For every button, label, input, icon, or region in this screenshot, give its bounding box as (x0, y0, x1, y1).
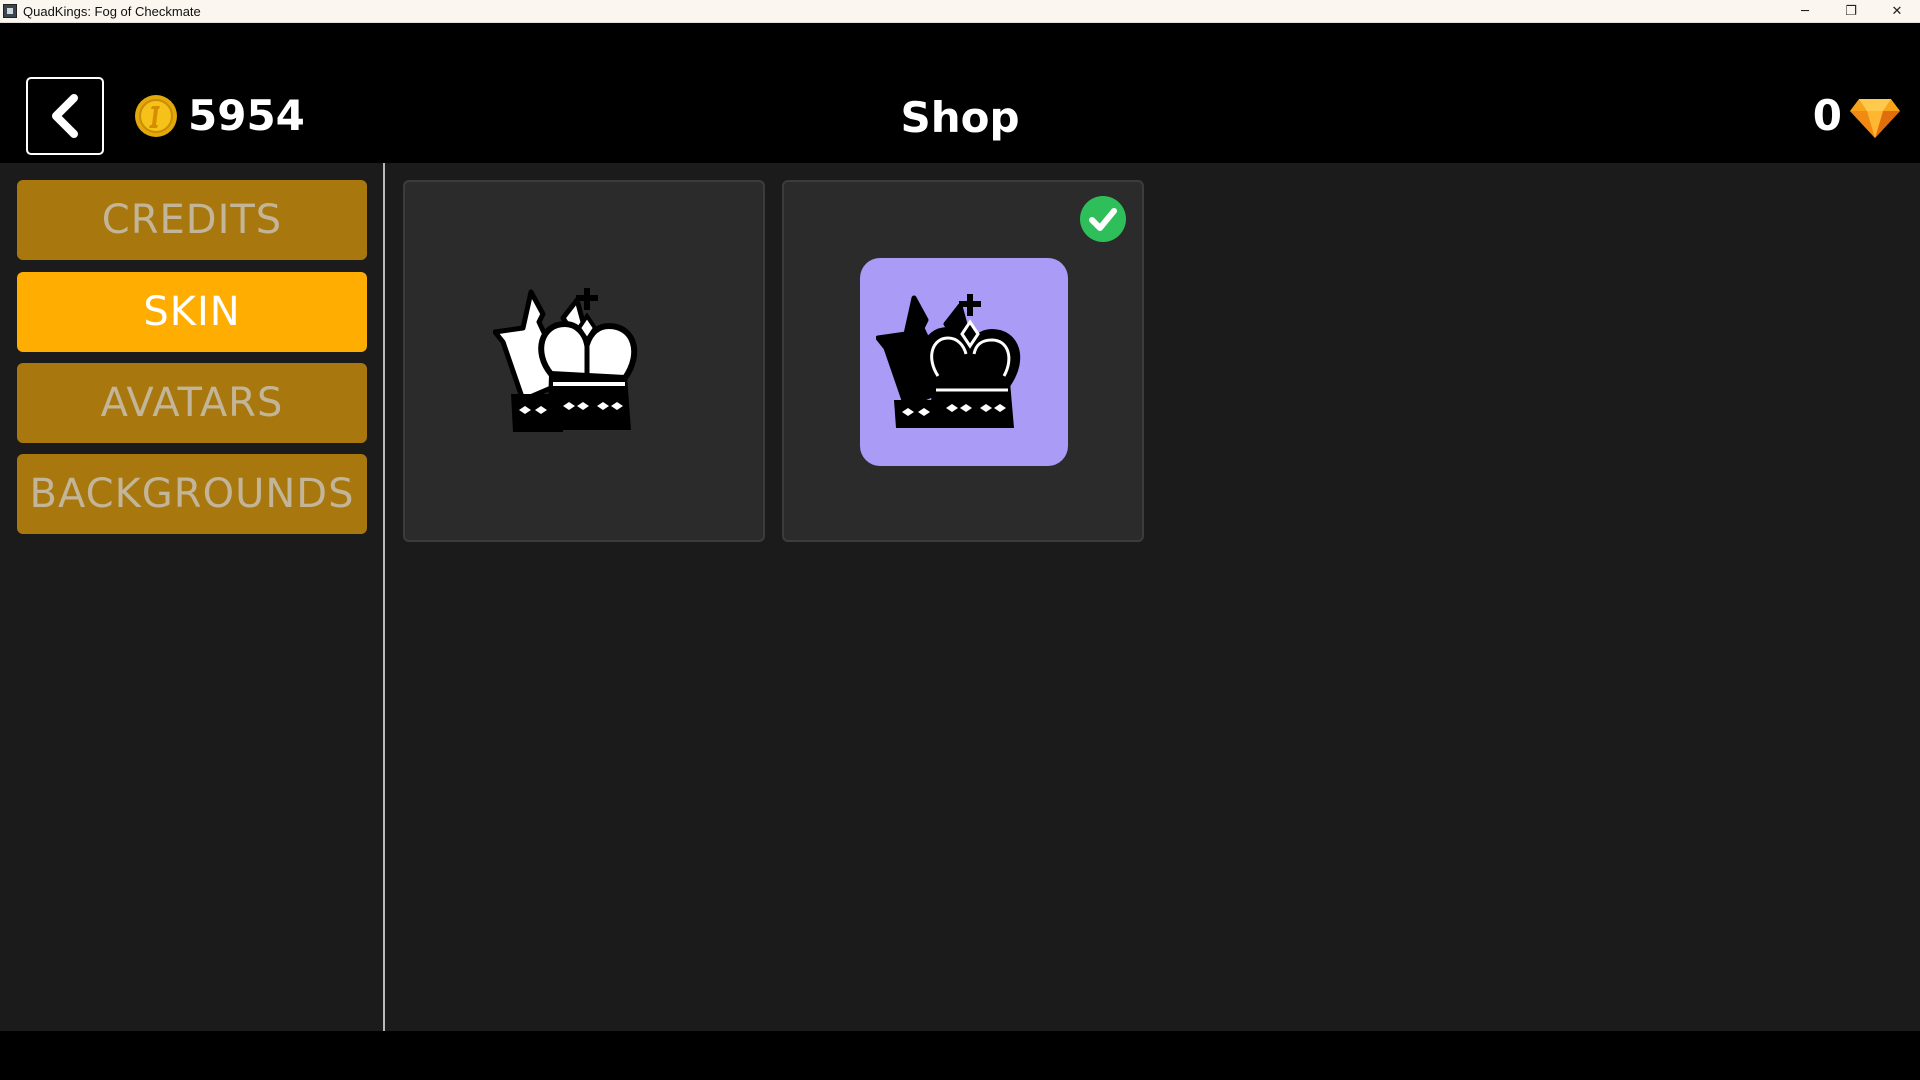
gem-balance: 0 (1812, 91, 1842, 140)
tab-skin[interactable]: SKIN (17, 272, 367, 352)
app-icon (3, 4, 17, 18)
shop-header: 5954 Shop 0 (0, 23, 1920, 163)
skin-card-black-king[interactable] (782, 180, 1144, 542)
check-icon (1080, 196, 1126, 242)
sidebar-divider (383, 163, 385, 1031)
black-king-icon (876, 294, 1021, 428)
bottom-bar (0, 1031, 1920, 1080)
window-controls: ─ ❐ ✕ (1782, 0, 1920, 23)
minimize-button[interactable]: ─ (1782, 0, 1828, 23)
close-button[interactable]: ✕ (1874, 0, 1920, 23)
white-king-icon (493, 288, 638, 432)
restore-button[interactable]: ❐ (1828, 0, 1874, 23)
tab-avatars[interactable]: AVATARS (17, 363, 367, 443)
shop-content: CREDITS SKIN AVATARS BACKGROUNDS (0, 163, 1920, 1031)
tab-backgrounds[interactable]: BACKGROUNDS (17, 454, 367, 534)
page-title: Shop (900, 93, 1020, 142)
tab-credits[interactable]: CREDITS (17, 180, 367, 260)
category-sidebar: CREDITS SKIN AVATARS BACKGROUNDS (0, 163, 384, 1031)
diamond-icon (1850, 99, 1900, 138)
window-titlebar: QuadKings: Fog of Checkmate ─ ❐ ✕ (0, 0, 1920, 23)
window-title: QuadKings: Fog of Checkmate (23, 3, 201, 19)
skin-card-white-king[interactable] (403, 180, 765, 542)
